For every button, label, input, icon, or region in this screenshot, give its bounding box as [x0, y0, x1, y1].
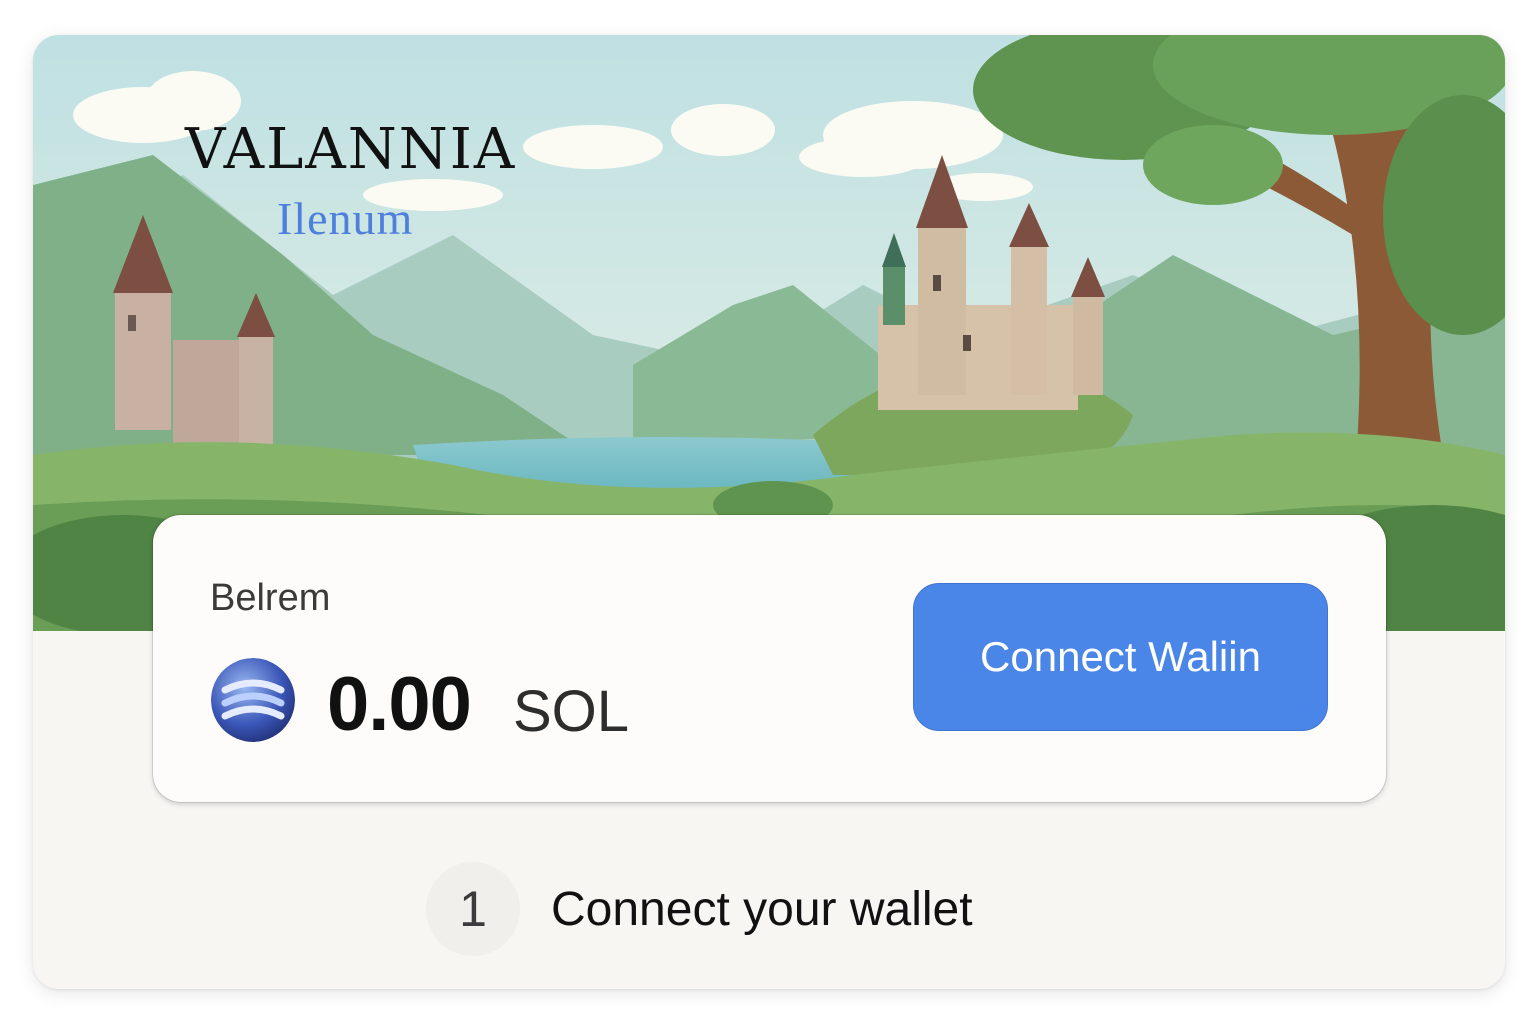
- balance-label: Belrem: [210, 577, 331, 619]
- balance-amount: 0.00: [327, 662, 472, 747]
- main-card: VALANNIA Ilenum 1 Connect your wallet: [33, 35, 1505, 989]
- game-logo-subtitle: Ilenum: [277, 193, 414, 244]
- step-item: 1 Connect your wallet: [426, 861, 973, 957]
- step-number-badge: 1: [426, 862, 520, 956]
- game-logo-title: VALANNIA: [185, 117, 517, 182]
- step-description: Connect your wallet: [551, 882, 973, 936]
- connect-wallet-button[interactable]: Connect Waliin: [913, 583, 1328, 731]
- balance-unit: SOL: [513, 679, 630, 744]
- balance-panel: Belrem 0.00 SOL Connect Waliin: [153, 515, 1386, 802]
- sol-token-icon: [211, 658, 295, 742]
